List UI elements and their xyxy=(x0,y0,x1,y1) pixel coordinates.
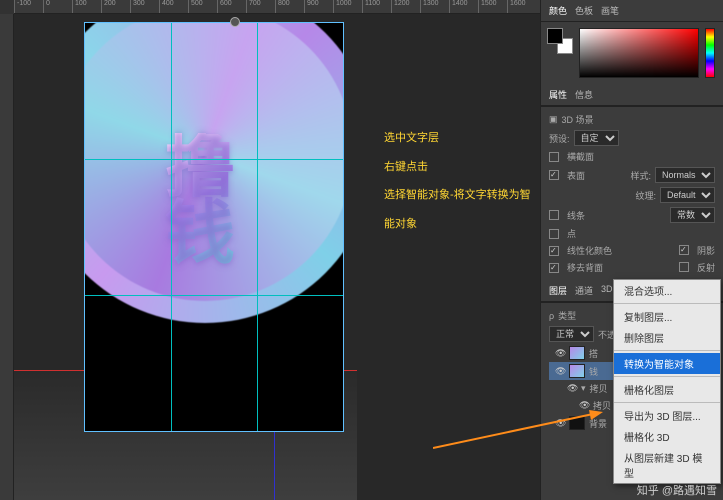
ctx-new-3d[interactable]: 从图层新建 3D 模型 xyxy=(614,447,720,483)
layer-thumb xyxy=(569,346,585,360)
ctx-duplicate[interactable]: 复制图层... xyxy=(614,306,720,327)
transform-handle-icon[interactable] xyxy=(230,17,240,27)
texture-select[interactable]: Default xyxy=(660,187,715,203)
eye-icon[interactable]: 👁 xyxy=(555,348,565,359)
eye-icon[interactable]: 👁 xyxy=(555,418,565,429)
linear-checkbox[interactable] xyxy=(549,246,559,256)
canvas-text[interactable]: 撸 钱 xyxy=(165,133,235,266)
artboard[interactable]: 撸 钱 xyxy=(84,22,344,432)
preset-select[interactable]: 自定 xyxy=(574,130,619,146)
scene-label: 3D 场景 xyxy=(562,113,594,126)
tab-properties[interactable]: 属性 xyxy=(549,88,567,101)
lines-checkbox[interactable] xyxy=(549,210,559,220)
surface-checkbox[interactable] xyxy=(549,170,559,180)
canvas-area[interactable]: 撸 钱 选中文字层 右键点击 选择智能对象-将文字转换为智能对象 xyxy=(14,14,540,500)
properties-panel: ▣ 3D 场景 预设: 自定 横截面 表面 样式: Normals 纹理: De… xyxy=(541,106,723,280)
hue-slider[interactable] xyxy=(705,28,715,78)
tab-brush[interactable]: 画笔 xyxy=(601,4,619,17)
tab-color[interactable]: 颜色 xyxy=(549,4,567,17)
watermark: 知乎 @路遇知雪 xyxy=(637,482,717,498)
surface-style-select[interactable]: Normals xyxy=(655,167,715,183)
tab-3d[interactable]: 3D xyxy=(601,284,613,297)
shadow-checkbox[interactable] xyxy=(679,245,689,255)
blend-mode-select[interactable]: 正常 xyxy=(549,326,594,342)
cross-section-checkbox[interactable] xyxy=(549,152,559,162)
ruler-left xyxy=(0,14,14,500)
ctx-convert-smart-object[interactable]: 转换为智能对象 xyxy=(614,353,720,374)
ctx-delete[interactable]: 删除图层 xyxy=(614,327,720,348)
layer-thumb xyxy=(569,364,585,378)
panels-dock: 颜色 色板 画笔 属性 信息 ▣ 3D 场景 预设: 自定 横截面 表面 样式:… xyxy=(540,0,723,500)
reflection-checkbox[interactable] xyxy=(679,262,689,272)
chevron-down-icon[interactable]: ▾ xyxy=(581,383,586,394)
context-menu[interactable]: 混合选项... 复制图层... 删除图层 转换为智能对象 栅格化图层 导出为 3… xyxy=(613,279,721,484)
tab-swatches[interactable]: 色板 xyxy=(575,4,593,17)
cube-icon: ▣ xyxy=(549,114,558,125)
annotation-text: 选中文字层 右键点击 选择智能对象-将文字转换为智能对象 xyxy=(384,124,540,238)
ctx-export-3d[interactable]: 导出为 3D 图层... xyxy=(614,405,720,426)
eye-icon[interactable]: 👁 xyxy=(567,383,577,394)
lines-style-select[interactable]: 常数 xyxy=(670,207,715,223)
remove-bf-checkbox[interactable] xyxy=(549,263,559,273)
points-checkbox[interactable] xyxy=(549,229,559,239)
color-panel-tabs[interactable]: 颜色 色板 画笔 xyxy=(541,0,723,22)
ctx-rasterize-3d[interactable]: 栅格化 3D xyxy=(614,426,720,447)
color-panel xyxy=(541,22,723,84)
color-picker[interactable] xyxy=(579,28,699,78)
eye-icon[interactable]: 👁 xyxy=(579,400,589,411)
layer-thumb xyxy=(569,416,585,430)
ruler-top: -100010020030040050060070080090010001100… xyxy=(14,0,540,14)
fg-bg-swatch[interactable] xyxy=(547,28,573,54)
tab-info[interactable]: 信息 xyxy=(575,88,593,101)
properties-tabs[interactable]: 属性 信息 xyxy=(541,84,723,106)
ctx-blend-options[interactable]: 混合选项... xyxy=(614,280,720,301)
tab-channels[interactable]: 通道 xyxy=(575,284,593,297)
eye-icon[interactable]: 👁 xyxy=(555,366,565,377)
ctx-rasterize[interactable]: 栅格化图层 xyxy=(614,379,720,400)
tab-layers[interactable]: 图层 xyxy=(549,284,567,297)
